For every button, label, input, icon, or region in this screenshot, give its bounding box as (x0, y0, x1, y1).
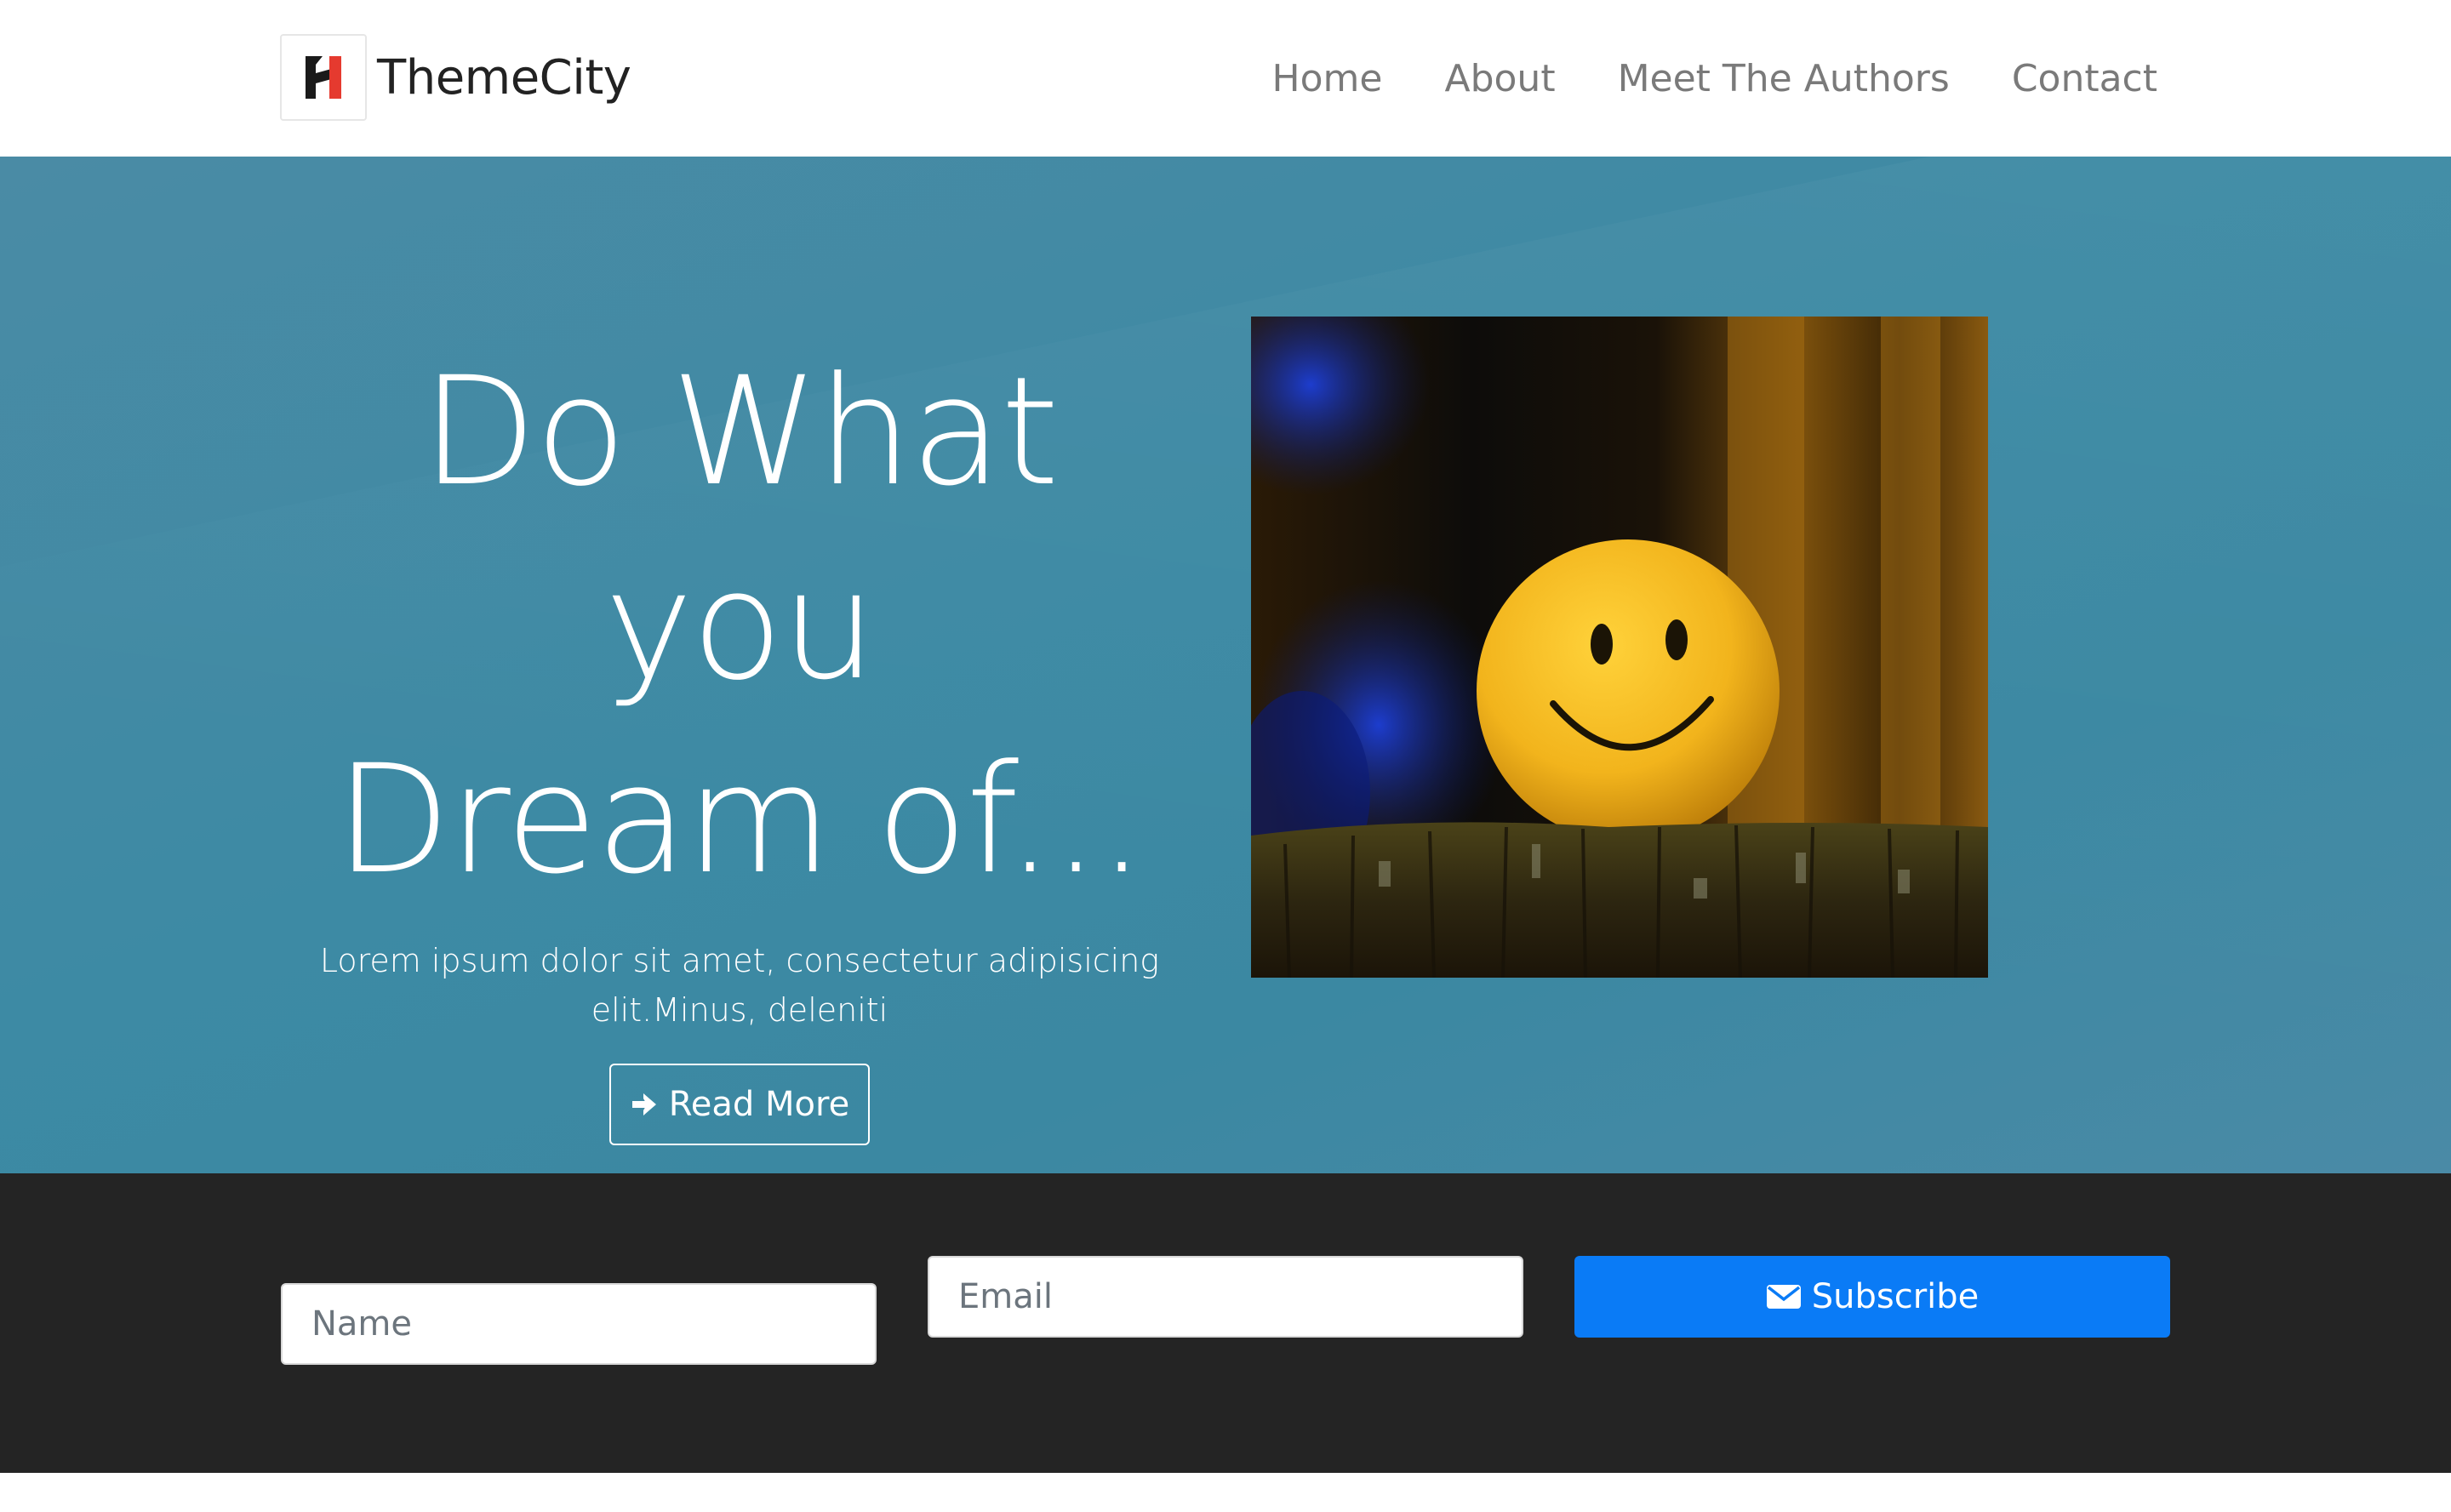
subscribe-section: Subscribe (0, 1173, 2451, 1473)
nav-item-home[interactable]: Home (1272, 49, 1383, 109)
name-input[interactable] (281, 1283, 877, 1365)
hero-subtitle: Lorem ipsum dolor sit amet, consectetur … (319, 942, 1160, 1029)
read-more-button[interactable]: Read More (609, 1064, 870, 1145)
arrow-right-icon (630, 1090, 659, 1119)
hero-title-line-1: Do What you (421, 345, 1060, 713)
subscribe-button[interactable]: Subscribe (1574, 1256, 2170, 1338)
hero-section: Do What you Dream of... Lorem ipsum dolo… (0, 157, 2451, 1173)
read-more-label: Read More (668, 1085, 850, 1124)
hero-title: Do What you Dream of... (280, 335, 1199, 917)
email-input[interactable] (928, 1256, 1523, 1338)
brand[interactable]: ThemeCity (280, 34, 631, 121)
smiley-ball-photo (1251, 317, 1988, 978)
hero-text: Do What you Dream of... Lorem ipsum dolo… (280, 335, 1199, 1145)
hero-title-line-2: Dream of... (334, 733, 1146, 907)
nav-item-contact[interactable]: Contact (2012, 49, 2157, 109)
envelope-icon (1766, 1283, 1802, 1310)
navbar: ThemeCity Home About Meet The Authors Co… (0, 0, 2451, 157)
subscribe-label: Subscribe (1811, 1277, 1980, 1316)
main-nav: Home About Meet The Authors Contact (1272, 49, 2157, 109)
footer-strip (0, 1473, 2451, 1512)
nav-item-about[interactable]: About (1444, 49, 1555, 109)
brand-name: ThemeCity (377, 49, 631, 106)
h-logo-icon (280, 34, 367, 121)
nav-item-meet-the-authors[interactable]: Meet The Authors (1618, 49, 1950, 109)
